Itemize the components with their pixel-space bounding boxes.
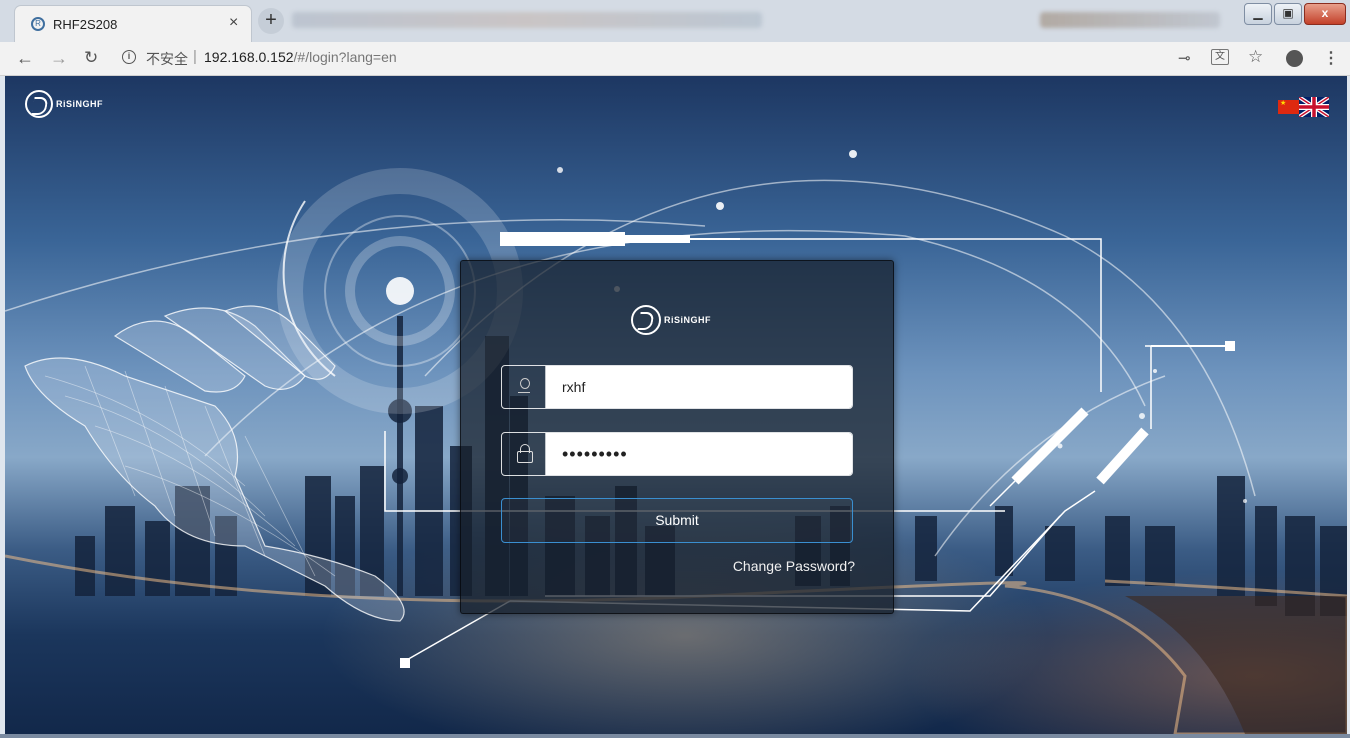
- logo-icon: [25, 90, 53, 118]
- taskbar-strip: [0, 734, 1350, 738]
- card-logo: RiSiNGHF: [631, 305, 711, 335]
- logo-text: RiSiNGHF: [56, 99, 104, 109]
- menu-icon[interactable]: ⋮: [1323, 48, 1339, 68]
- url-host: 192.168.0.152: [204, 49, 294, 65]
- url-text[interactable]: 192.168.0.152/#/login?lang=en: [204, 49, 397, 65]
- url-separator: |: [193, 48, 197, 65]
- info-icon[interactable]: i: [122, 50, 136, 64]
- username-input[interactable]: [546, 366, 852, 408]
- username-icon-box: [502, 366, 546, 408]
- china-flag-icon[interactable]: [1278, 99, 1300, 114]
- user-icon: [518, 378, 530, 394]
- minimize-button[interactable]: ▁: [1244, 3, 1272, 25]
- security-label[interactable]: 不安全: [146, 49, 188, 69]
- tab-bar: R RHF2S208 × + ▁ ▣ x: [0, 0, 1350, 42]
- blurred-bookmarks: [292, 12, 762, 28]
- account-icon[interactable]: [1286, 50, 1303, 67]
- maximize-button[interactable]: ▣: [1274, 3, 1302, 25]
- key-icon[interactable]: ⊸: [1178, 49, 1191, 67]
- forward-icon[interactable]: →: [50, 48, 68, 69]
- lock-icon: [517, 444, 533, 463]
- password-icon-box: [502, 433, 546, 475]
- address-bar[interactable]: i 不安全 | 192.168.0.152/#/login?lang=en: [112, 47, 1162, 71]
- tab-close-button[interactable]: ×: [229, 14, 238, 32]
- star-icon[interactable]: ☆: [1248, 47, 1263, 67]
- close-window-button[interactable]: x: [1304, 3, 1346, 25]
- favicon-icon: R: [31, 17, 45, 31]
- username-field: [501, 365, 853, 409]
- submit-button[interactable]: Submit: [501, 498, 853, 543]
- browser-tab[interactable]: R RHF2S208 ×: [14, 5, 252, 42]
- browser-toolbar: ← → ↻ i 不安全 | 192.168.0.152/#/login?lang…: [0, 42, 1350, 76]
- login-page: RiSiNGHF RiSiNGHF Submit Change Password…: [5, 76, 1347, 734]
- blurred-indicators: [1040, 12, 1220, 28]
- logo-icon: [631, 305, 661, 335]
- login-card: RiSiNGHF Submit Change Password?: [460, 260, 894, 614]
- url-path: /#/login?lang=en: [293, 49, 397, 65]
- password-field: [501, 432, 853, 476]
- tab-title: RHF2S208: [53, 17, 118, 32]
- brand-logo: RiSiNGHF: [25, 90, 103, 118]
- uk-flag-icon[interactable]: [1299, 97, 1329, 117]
- new-tab-button[interactable]: +: [258, 8, 284, 34]
- back-icon[interactable]: ←: [16, 48, 34, 69]
- reload-icon[interactable]: ↻: [84, 48, 98, 68]
- change-password-link[interactable]: Change Password?: [733, 558, 855, 574]
- translate-icon[interactable]: 文: [1211, 49, 1229, 65]
- logo-text: RiSiNGHF: [664, 315, 712, 325]
- password-input[interactable]: [546, 433, 852, 475]
